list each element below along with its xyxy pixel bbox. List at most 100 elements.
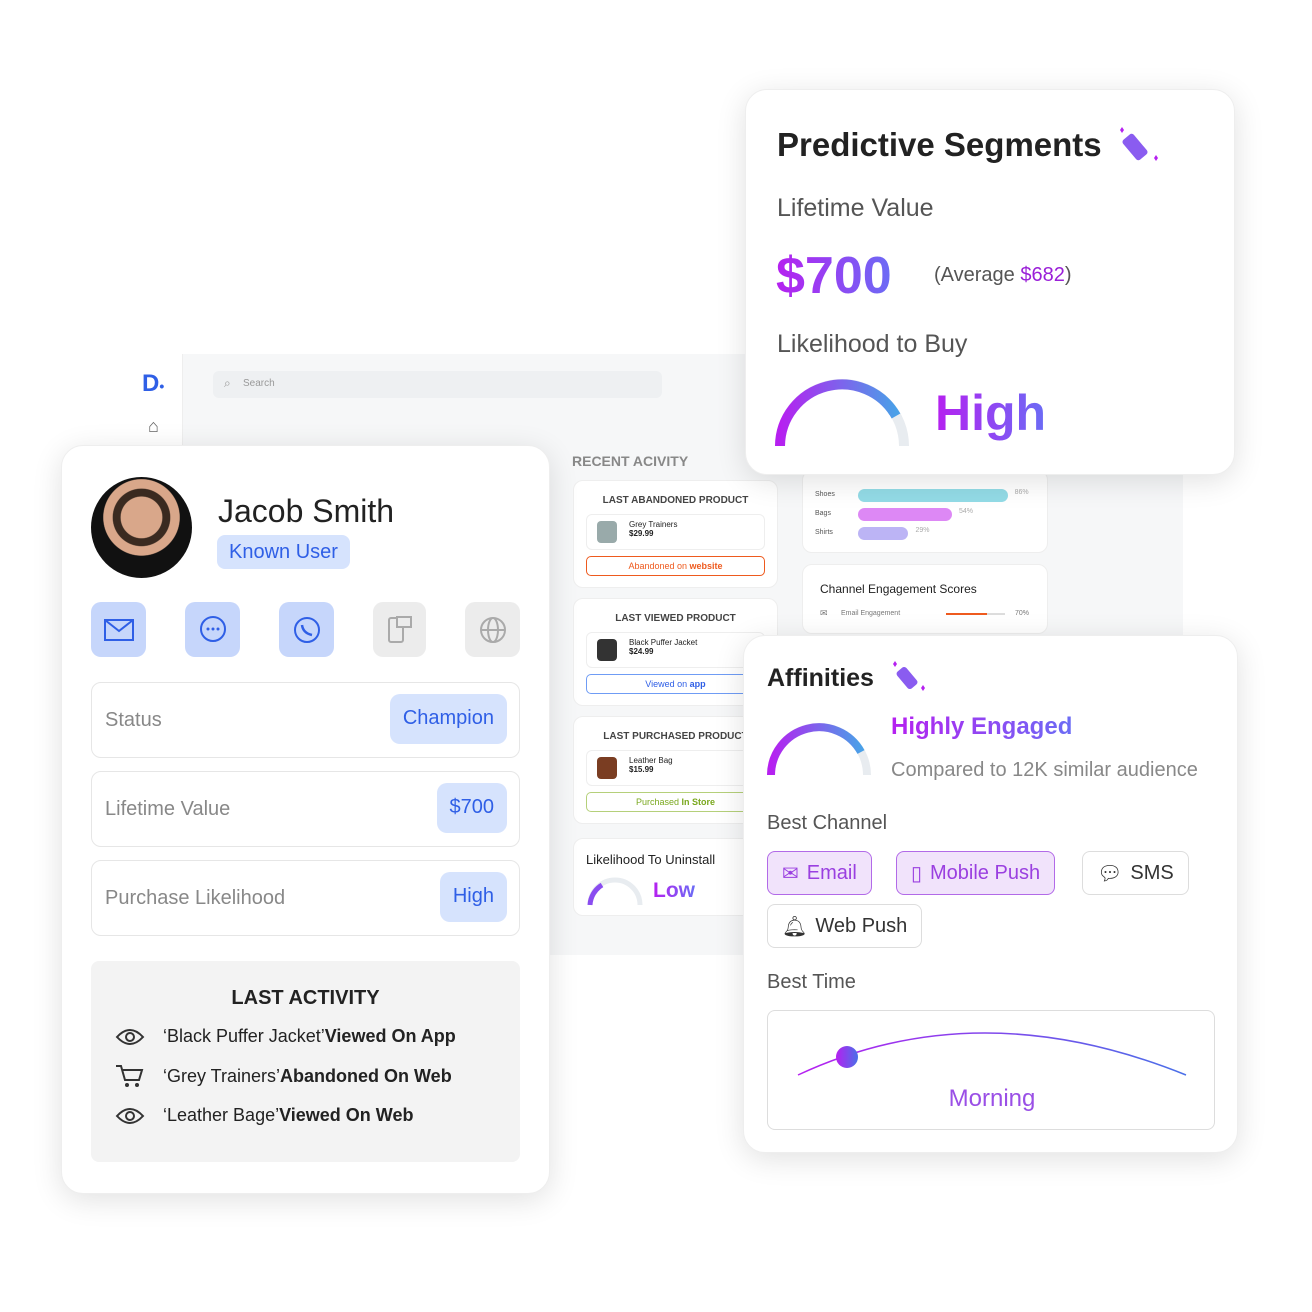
user-name: Jacob Smith	[218, 493, 395, 529]
channel-label: SMS	[1130, 861, 1174, 884]
lifetime-value-row: Lifetime Value $700	[91, 771, 520, 847]
best-channel-label: Best Channel	[767, 812, 888, 834]
chat-icon: 💬︎	[1097, 862, 1123, 885]
search-input[interactable]: ⌕ Search	[213, 371, 662, 398]
sparkle-icon	[1120, 127, 1158, 161]
channel-web-push[interactable]: 🔔︎ Web Push	[767, 904, 923, 948]
eye-icon	[115, 1107, 145, 1124]
activity-item-name: ‘Leather Bage’	[163, 1105, 280, 1125]
time-curve	[797, 1032, 1187, 1076]
buy-label: Likelihood to Buy	[777, 330, 968, 358]
card-title: Likelihood To Uninstall	[586, 852, 716, 867]
product-name: Grey Trainers	[629, 520, 678, 529]
category-bar	[858, 489, 1008, 502]
likelihood-gauge	[775, 379, 909, 447]
channel-mobile-push[interactable]: ▯ Mobile Push	[896, 851, 1056, 895]
chat-channel-button[interactable]	[185, 602, 240, 657]
engagement-gauge	[767, 723, 871, 776]
tag-text: Viewed on	[645, 679, 690, 689]
score-pct: 70%	[1015, 610, 1030, 617]
card-title: Channel Engagement Scores	[820, 582, 977, 596]
row-value: High	[439, 872, 507, 922]
buy-value: High	[935, 385, 1047, 441]
chat-icon	[199, 615, 226, 642]
activity-action: Abandoned On Web	[280, 1065, 452, 1086]
email-icon: ✉	[782, 862, 799, 885]
tag-strong: app	[689, 679, 706, 689]
activity-action: Viewed On Web	[279, 1105, 414, 1125]
category-bar	[858, 508, 952, 521]
channel-label: Email	[806, 861, 857, 884]
activity-item: ‘Grey Trainers’ Abandoned On Web	[115, 1063, 520, 1089]
tag-strong: website	[689, 561, 723, 571]
product[interactable]: Grey Trainers $29.99	[586, 514, 765, 550]
activity-item: ‘Leather Bage’ Viewed On Web	[115, 1105, 520, 1126]
sparkle-icon	[893, 661, 925, 691]
channel-label: Web Push	[815, 914, 908, 937]
product-image	[597, 757, 617, 779]
channel-sms[interactable]: 💬︎ SMS	[1082, 851, 1189, 895]
gauge	[587, 877, 643, 906]
mobile-push-channel-button[interactable]	[373, 602, 426, 657]
row-label: Status	[105, 709, 162, 731]
avg-text: (Average	[934, 264, 1021, 286]
home-icon[interactable]: ⌂	[148, 416, 159, 437]
category-label: Shirts	[815, 529, 833, 536]
web-push-icon: 🔔︎	[782, 915, 808, 938]
recent-activity-title: RECENT ACIVITY	[572, 453, 689, 469]
ltv-label: Lifetime Value	[777, 194, 934, 222]
channel-scores-card: Channel Engagement Scores ✉ Email Engage…	[802, 564, 1048, 634]
category-pct: 29%	[915, 527, 930, 534]
category-pct: 86%	[1014, 489, 1029, 496]
card-title: Predictive Segments	[777, 126, 1102, 163]
card-title: LAST VIEWED PRODUCT	[615, 613, 736, 624]
category-label: Shoes	[815, 491, 835, 498]
product-name: Black Puffer Jacket	[629, 638, 698, 647]
status-row: Status Champion	[91, 682, 520, 758]
row-label: Purchase Likelihood	[105, 887, 286, 909]
engagement-level: Highly Engaged	[891, 713, 1073, 740]
product-image	[597, 639, 617, 661]
card-title: Affinities	[767, 664, 874, 692]
sidebar: D• ⌂	[130, 354, 183, 454]
product-name: Leather Bag	[629, 756, 673, 765]
categories-card: Shoes 86% Bags 54% Shirts 29%	[802, 470, 1048, 553]
row-value: $700	[436, 783, 507, 833]
activity-item: ‘Black Puffer Jacket’ Viewed On App	[115, 1026, 520, 1047]
email-channel-button[interactable]	[91, 602, 146, 657]
row-value: Champion	[389, 694, 507, 744]
email-icon: ✉	[820, 608, 828, 618]
section-title: LAST ACTIVITY	[231, 987, 380, 1009]
product-price: $29.99	[629, 529, 654, 538]
search-icon: ⌕	[224, 376, 231, 390]
eye-icon	[115, 1028, 145, 1045]
search-placeholder: Search	[243, 378, 275, 389]
channel-email[interactable]: ✉ Email	[767, 851, 872, 895]
web-push-channel-button[interactable]	[465, 602, 520, 657]
mobile-push-icon: ▯	[911, 862, 923, 885]
predictive-segments-card: Predictive Segments Lifetime Value $700 …	[745, 89, 1235, 475]
last-activity-panel: LAST ACTIVITY ‘Black Puffer Jacket’ View…	[91, 961, 520, 1162]
viewed-tag: Viewed on app	[586, 674, 765, 694]
time-marker	[836, 1046, 858, 1068]
purchase-likelihood-row: Purchase Likelihood High	[91, 860, 520, 936]
activity-item-name: ‘Grey Trainers’	[163, 1065, 281, 1086]
user-badge: Known User	[217, 535, 350, 569]
tag-text: Purchased	[635, 797, 682, 807]
category-bar	[858, 527, 909, 540]
globe-icon	[479, 616, 506, 643]
product[interactable]: Black Puffer Jacket $24.99	[586, 632, 765, 668]
uninstall-value: Low	[653, 879, 695, 902]
tag-text: Abandoned on	[628, 561, 690, 571]
engagement-compare: Compared to 12K similar audience	[891, 759, 1198, 781]
email-icon	[103, 618, 134, 641]
avatar	[91, 477, 192, 578]
best-time-value: Morning	[948, 1085, 1036, 1112]
whatsapp-channel-button[interactable]	[279, 602, 334, 657]
ltv-average: (Average $682)	[934, 264, 1072, 287]
avg-text: )	[1064, 264, 1072, 286]
product[interactable]: Leather Bag $15.99	[586, 750, 765, 786]
affinities-card: Affinities Highly Engaged Compared to 12…	[743, 635, 1238, 1153]
product-image	[597, 521, 617, 543]
category-pct: 54%	[958, 508, 973, 515]
